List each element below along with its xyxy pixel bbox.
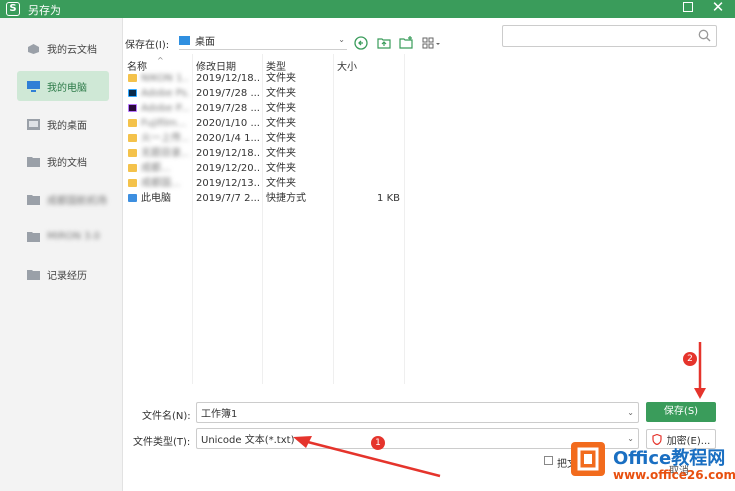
arrow-head-icon [694,388,706,399]
annotation-badge-1: 1 [371,436,385,450]
watermark: Office教程网 www.office26.com [567,438,735,491]
watermark-title: Office教程网 [613,448,726,469]
office-logo-icon [571,442,605,476]
annotation-arrows [293,342,706,478]
annotation-badge-2: 2 [683,352,697,366]
watermark-url: www.office26.com [613,468,735,482]
annotation-arrow-1 [299,438,441,478]
